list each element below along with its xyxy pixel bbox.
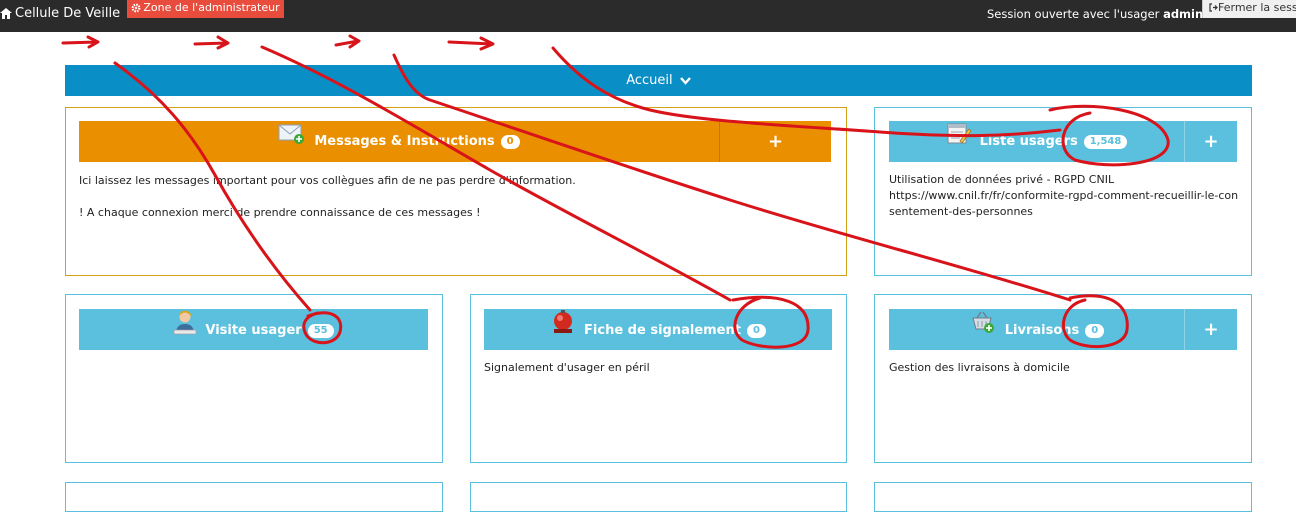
liste-usagers-body: Utilisation de données privé - RGPD CNIL… — [889, 172, 1239, 220]
messages-add-button[interactable]: + — [719, 121, 831, 162]
session-user: admin — [1163, 7, 1204, 21]
livraisons-add-button[interactable]: + — [1184, 309, 1237, 350]
livraisons-text: Gestion des livraisons à domicile — [889, 361, 1070, 374]
liste-usagers-header-button[interactable]: Liste usagers 1,548 — [889, 121, 1184, 162]
annotation-arrow-2 — [193, 35, 230, 50]
alarm-bell-icon — [550, 309, 576, 352]
panel-row3-left — [65, 482, 443, 512]
messages-count-badge: 0 — [500, 134, 520, 149]
signalement-text: Signalement d'usager en péril — [484, 361, 650, 374]
top-navbar: Cellule De Veille Zone de l'administrate… — [0, 0, 1296, 32]
livraisons-header-button[interactable]: Livraisons 0 — [889, 309, 1184, 350]
liste-usagers-add-button[interactable]: + — [1184, 121, 1237, 162]
cnil-link[interactable]: https://www.cnil.fr/fr/conformite-rgpd-c… — [889, 188, 1239, 220]
signalement-count-badge: 0 — [746, 323, 766, 338]
visite-usager-count-badge: 55 — [307, 323, 334, 338]
gear-icon — [131, 3, 141, 13]
panel-row3-right — [874, 482, 1252, 512]
messages-title: Messages & Instructions — [314, 134, 495, 149]
visite-usager-header-button[interactable]: Visite usager 55 — [79, 309, 428, 350]
signalement-body: Signalement d'usager en péril — [484, 360, 824, 376]
signalement-title: Fiche de signalement — [584, 323, 741, 338]
brand-link[interactable]: Cellule De Veille — [0, 6, 120, 21]
brand-label: Cellule De Veille — [15, 6, 121, 21]
session-info: Session ouverte avec l'usager admin — [987, 7, 1203, 21]
chevron-down-icon — [679, 77, 691, 85]
accueil-dropdown[interactable]: Accueil — [65, 65, 1252, 96]
accueil-label: Accueil — [626, 73, 673, 88]
annotation-arrow-1 — [61, 35, 100, 49]
annotation-arrow-3 — [334, 34, 361, 49]
admin-zone-button[interactable]: Zone de l'administrateur — [127, 0, 284, 18]
livraisons-body: Gestion des livraisons à domicile — [889, 360, 1229, 376]
logout-icon — [1209, 3, 1218, 12]
livraisons-title: Livraisons — [1004, 323, 1080, 338]
logout-button[interactable]: Fermer la session — [1202, 0, 1296, 18]
messages-text-1: Ici laissez les messages important pour … — [79, 174, 576, 187]
messages-text-2: ! A chaque connexion merci de prendre co… — [79, 206, 481, 219]
messages-body: Ici laissez les messages important pour … — [79, 173, 839, 221]
visite-usager-title: Visite usager — [205, 323, 302, 338]
panel-row3-middle — [470, 482, 847, 512]
messages-header-button[interactable]: Messages & Instructions 0 — [79, 121, 719, 162]
home-icon — [0, 8, 12, 19]
basket-add-icon — [969, 309, 997, 352]
envelope-add-icon — [278, 121, 306, 162]
liste-usagers-text-1: Utilisation de données privé - RGPD CNIL — [889, 173, 1115, 186]
session-prefix: Session ouverte avec l'usager — [987, 7, 1160, 21]
visitor-icon — [173, 309, 197, 352]
signalement-header-button[interactable]: Fiche de signalement 0 — [484, 309, 832, 350]
liste-usagers-count-badge: 1,548 — [1083, 134, 1128, 149]
ledger-icon — [946, 121, 972, 162]
logout-label: Fermer la session — [1218, 1, 1296, 14]
annotation-arrow-4 — [447, 36, 495, 51]
liste-usagers-title: Liste usagers — [979, 134, 1078, 149]
admin-zone-label: Zone de l'administrateur — [143, 1, 280, 14]
livraisons-count-badge: 0 — [1085, 323, 1105, 338]
